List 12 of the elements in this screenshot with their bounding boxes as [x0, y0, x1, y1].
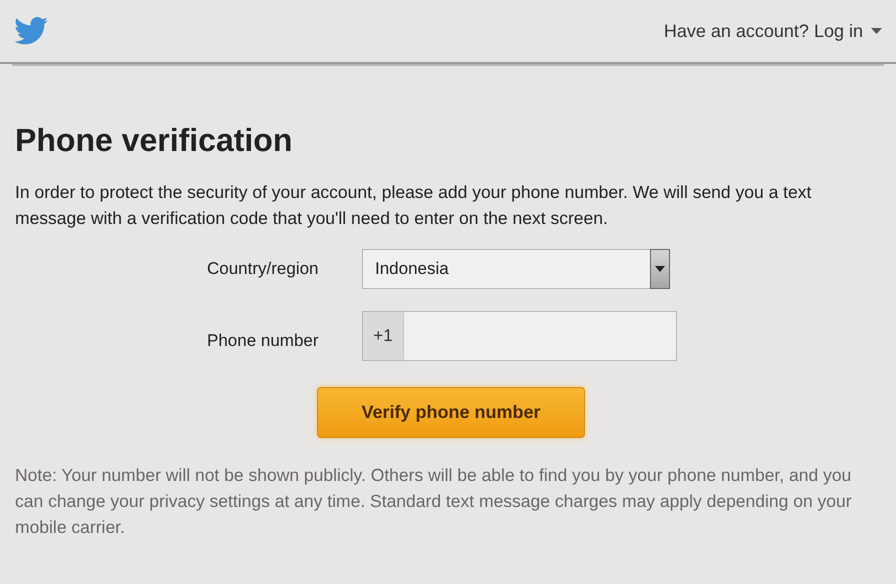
country-label: Country/region — [207, 259, 320, 279]
phone-label: Phone number — [207, 331, 320, 351]
phone-field[interactable]: +1 — [362, 311, 677, 361]
caret-icon — [871, 28, 882, 34]
dropdown-caret-icon — [650, 249, 670, 289]
country-select[interactable]: Indonesia — [362, 249, 670, 289]
login-link[interactable]: Have an account? Log in — [664, 20, 882, 42]
page-title: Phone verification — [15, 122, 294, 159]
note-text: Note: Your number will not be shown publicly. Others will be able to find you by your phone number, and you can change your privacy settings at any time. Standard text message charges may apply depending on your mobile carrier. — [15, 464, 853, 539]
bird-icon[interactable] — [14, 17, 48, 45]
intro-text: In order to protect the security of your account, please add your phone number. We will send you a text message with a verification code that you'll need to enter on the next screen. — [15, 181, 812, 230]
verify-button[interactable]: Verify phone number — [317, 387, 585, 438]
